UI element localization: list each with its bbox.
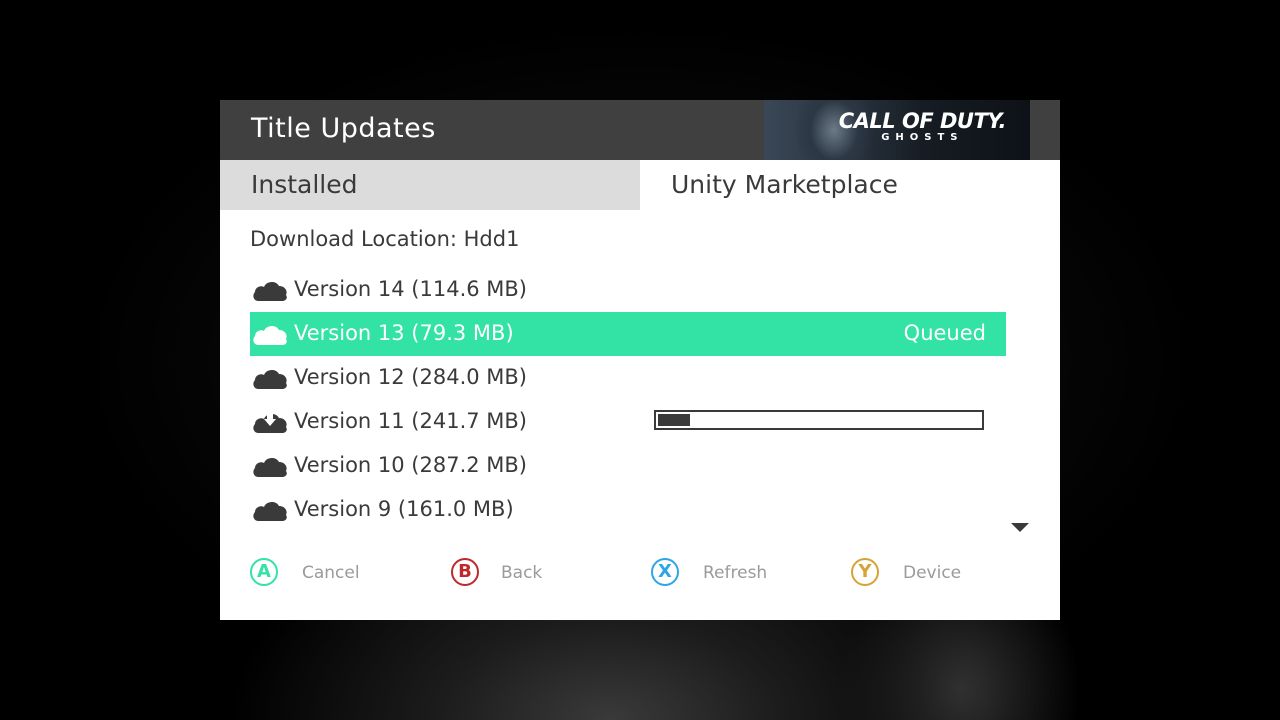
download-location: Download Location: Hdd1 xyxy=(250,227,520,251)
x-button-icon: X xyxy=(651,558,679,586)
back-label: Back xyxy=(501,563,543,583)
game-logo-line1: CALL OF DUTY. xyxy=(838,109,1007,133)
title-updates-dialog: Title Updates CALL OF DUTY. GHOSTS Insta… xyxy=(220,100,1060,620)
refresh-label: Refresh xyxy=(703,563,768,583)
device-label: Device xyxy=(903,563,962,583)
game-logo-line2: GHOSTS xyxy=(881,132,964,143)
dialog-header: Title Updates CALL OF DUTY. GHOSTS xyxy=(220,100,1060,160)
version-label: Version 11 (241.7 MB) xyxy=(294,409,527,433)
download-progress-bar xyxy=(654,410,984,430)
dialog-title: Title Updates xyxy=(251,113,436,144)
list-item[interactable]: Version 14 (114.6 MB) xyxy=(250,268,1006,312)
game-logo: CALL OF DUTY. GHOSTS xyxy=(838,109,1007,144)
version-label: Version 10 (287.2 MB) xyxy=(294,453,527,477)
list-item[interactable]: Version 11 (241.7 MB) xyxy=(250,400,1006,444)
cloud-download-icon xyxy=(253,413,287,433)
cloud-icon xyxy=(253,501,287,521)
version-label: Version 13 (79.3 MB) xyxy=(294,321,514,345)
version-label: Version 12 (284.0 MB) xyxy=(294,365,527,389)
cloud-icon xyxy=(253,457,287,477)
tab-installed[interactable]: Installed xyxy=(220,160,640,210)
game-banner: CALL OF DUTY. GHOSTS xyxy=(764,100,1030,160)
cloud-icon xyxy=(253,369,287,389)
list-item-selected[interactable]: Version 13 (79.3 MB) Queued xyxy=(250,312,1006,356)
b-button-icon: B xyxy=(451,558,479,586)
cloud-icon xyxy=(253,281,287,301)
version-label: Version 9 (161.0 MB) xyxy=(294,497,514,521)
scroll-down-icon[interactable] xyxy=(1011,523,1029,532)
version-label: Version 14 (114.6 MB) xyxy=(294,277,527,301)
list-item[interactable]: Version 12 (284.0 MB) xyxy=(250,356,1006,400)
y-button-icon: Y xyxy=(851,558,879,586)
download-progress-fill xyxy=(658,414,690,426)
list-item[interactable]: Version 10 (287.2 MB) xyxy=(250,444,1006,488)
tab-unity-marketplace[interactable]: Unity Marketplace xyxy=(640,160,1060,210)
cancel-label: Cancel xyxy=(302,563,360,583)
cloud-icon xyxy=(253,325,287,345)
a-button-icon: A xyxy=(250,558,278,586)
list-item[interactable]: Version 9 (161.0 MB) xyxy=(250,488,1006,532)
status-queued: Queued xyxy=(903,321,986,345)
